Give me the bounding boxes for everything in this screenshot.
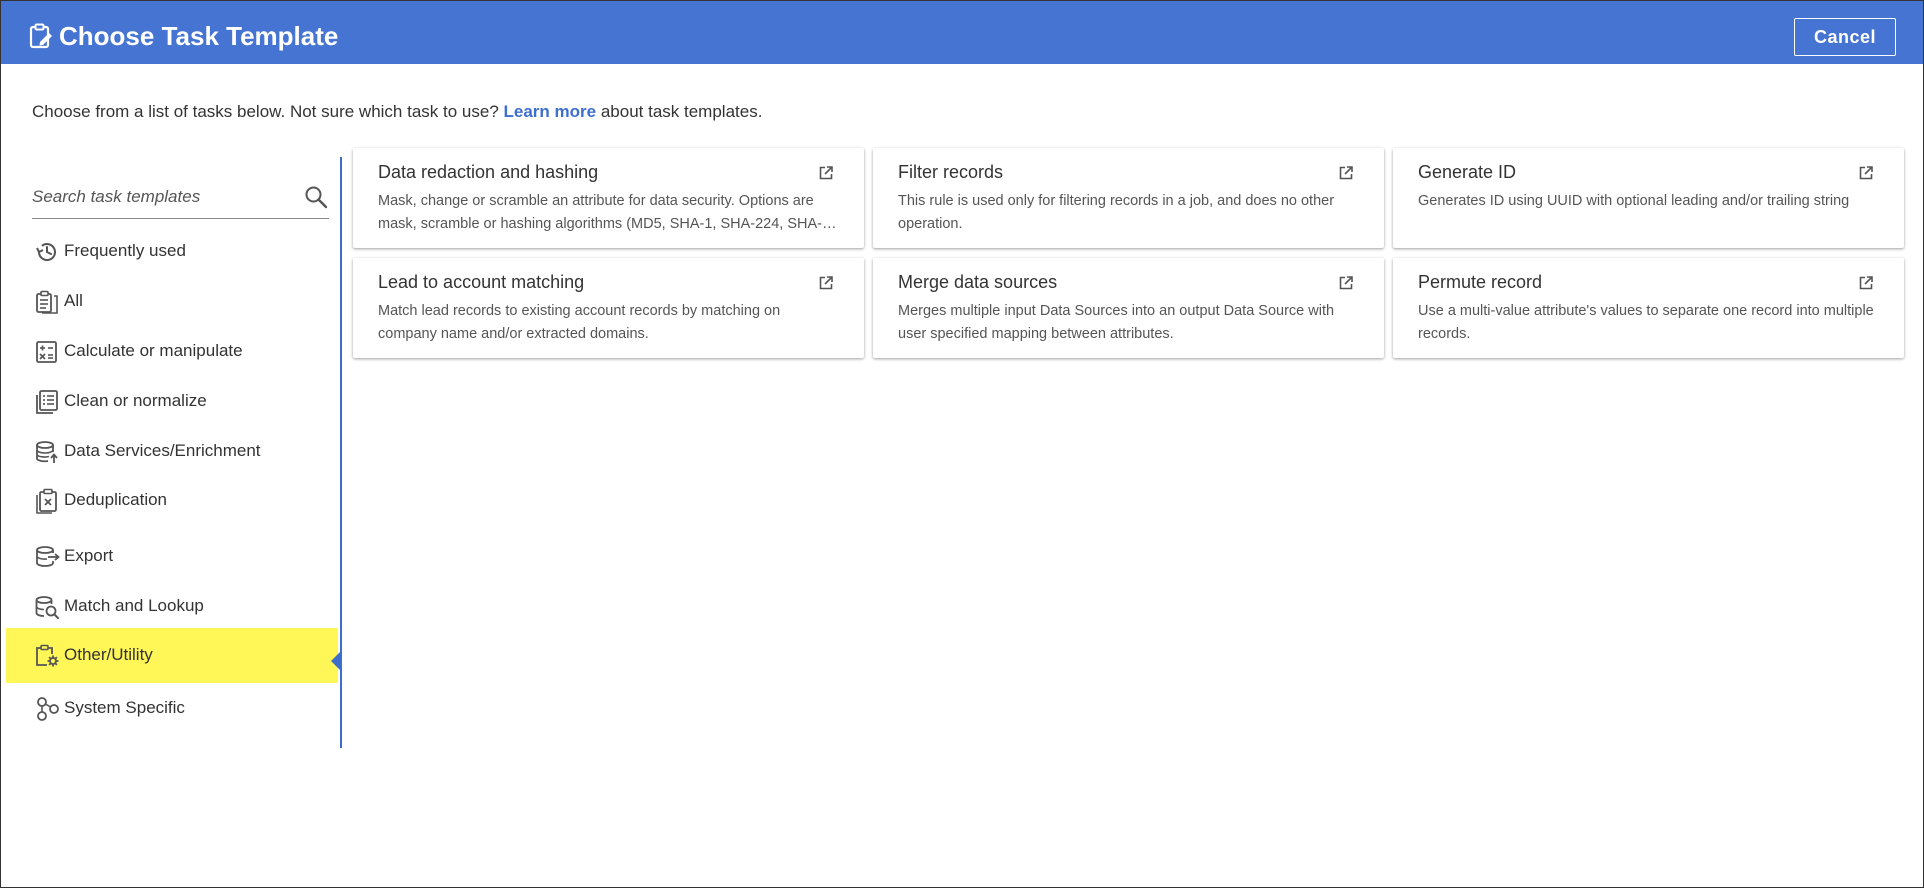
card-title: Generate ID <box>1418 162 1517 182</box>
sidebar-item-all[interactable]: All <box>6 278 338 324</box>
sidebar-item-label: All <box>64 291 83 310</box>
card-title: Merge data sources <box>898 272 1058 292</box>
open-external-icon[interactable] <box>1858 165 1874 181</box>
sidebar-item-label: Export <box>64 546 114 565</box>
dialog-header: Choose Task Template Cancel <box>1 1 1923 64</box>
open-external-icon[interactable] <box>818 165 834 181</box>
intro-text: Choose from a list of tasks below. Not s… <box>32 100 762 124</box>
active-item-marker <box>331 651 341 671</box>
open-external-icon[interactable] <box>1858 275 1874 291</box>
sidebar-item-label: System Specific <box>64 698 185 717</box>
sidebar-item-deduplication[interactable]: Deduplication <box>6 477 338 523</box>
search-icon[interactable] <box>304 185 328 209</box>
sidebar-item-frequently-used[interactable]: Frequently used <box>6 228 338 274</box>
sidebar-item-data-services-enrichment[interactable]: Data Services/Enrichment <box>6 428 338 474</box>
database-arrow-icon <box>36 441 58 463</box>
task-card-permute-record[interactable]: Permute record Use a multi-value attribu… <box>1393 258 1904 358</box>
sidebar-item-other-utility[interactable]: Other/Utility <box>6 628 338 683</box>
clipboard-list-icon <box>36 290 58 314</box>
task-card-generate-id[interactable]: Generate ID Generates ID using UUID with… <box>1393 148 1904 248</box>
open-external-icon[interactable] <box>1338 165 1354 181</box>
calculator-icon <box>36 341 57 363</box>
clipboard-edit-icon <box>29 23 52 49</box>
sidebar-item-match-and-lookup[interactable]: Match and Lookup <box>6 583 338 629</box>
card-description: Mask, change or scramble an attribute fo… <box>378 193 823 232</box>
search-input[interactable] <box>32 182 292 212</box>
sidebar-item-label: Clean or normalize <box>64 391 207 410</box>
card-description: Use a multi-value attribute's values to … <box>1418 303 1874 342</box>
sidebar-item-export[interactable]: Export <box>6 533 338 579</box>
sidebar-item-clean-or-normalize[interactable]: Clean or normalize <box>6 378 338 424</box>
intro-text-after: about task templates. <box>600 102 763 121</box>
sidebar-item-label: Deduplication <box>64 490 168 509</box>
database-export-icon <box>36 546 60 567</box>
sidebar-item-calculate-or-manipulate[interactable]: Calculate or manipulate <box>6 328 338 374</box>
intro-text-before: Choose from a list of tasks below. Not s… <box>32 102 499 121</box>
card-description: This rule is used only for filtering rec… <box>898 193 1335 232</box>
document-list-icon <box>36 390 58 414</box>
cancel-button[interactable]: Cancel <box>1794 18 1896 56</box>
sidebar-item-system-specific[interactable]: System Specific <box>6 685 338 731</box>
open-external-icon[interactable] <box>818 275 834 291</box>
sidebar-item-label: Match and Lookup <box>64 596 204 615</box>
task-card-filter-records[interactable]: Filter records This rule is used only fo… <box>873 148 1384 248</box>
database-search-icon <box>35 596 59 619</box>
open-external-icon[interactable] <box>1338 275 1354 291</box>
sidebar-item-label: Calculate or manipulate <box>64 341 243 360</box>
nodes-icon <box>37 697 59 721</box>
history-icon <box>36 243 56 261</box>
search-box <box>32 178 329 219</box>
sidebar-item-label: Data Services/Enrichment <box>64 441 261 460</box>
card-title: Permute record <box>1418 272 1543 292</box>
card-title: Data redaction and hashing <box>378 162 599 182</box>
task-card-lead-to-account-matching[interactable]: Lead to account matching Match lead reco… <box>353 258 864 358</box>
choose-task-template-dialog: Choose Task Template Cancel Choose from … <box>0 0 1924 888</box>
learn-more-link[interactable]: Learn more <box>504 102 597 121</box>
dialog-title: Choose Task Template <box>59 21 339 51</box>
task-card-data-redaction-and-hashing[interactable]: Data redaction and hashing Mask, change … <box>353 148 864 248</box>
clipboard-gear-icon <box>36 644 59 667</box>
clipboard-x-icon <box>36 488 57 514</box>
sidebar-item-label: Frequently used <box>64 241 186 260</box>
task-card-merge-data-sources[interactable]: Merge data sources Merges multiple input… <box>873 258 1384 358</box>
category-sidebar: Frequently used All <box>1 151 338 747</box>
card-title: Lead to account matching <box>378 272 585 292</box>
sidebar-item-label: Other/Utility <box>64 645 153 664</box>
card-description: Match lead records to existing account r… <box>378 303 781 342</box>
card-description: Merges multiple input Data Sources into … <box>898 303 1335 342</box>
card-title: Filter records <box>898 162 1004 182</box>
card-description: Generates ID using UUID with optional le… <box>1418 193 1850 209</box>
